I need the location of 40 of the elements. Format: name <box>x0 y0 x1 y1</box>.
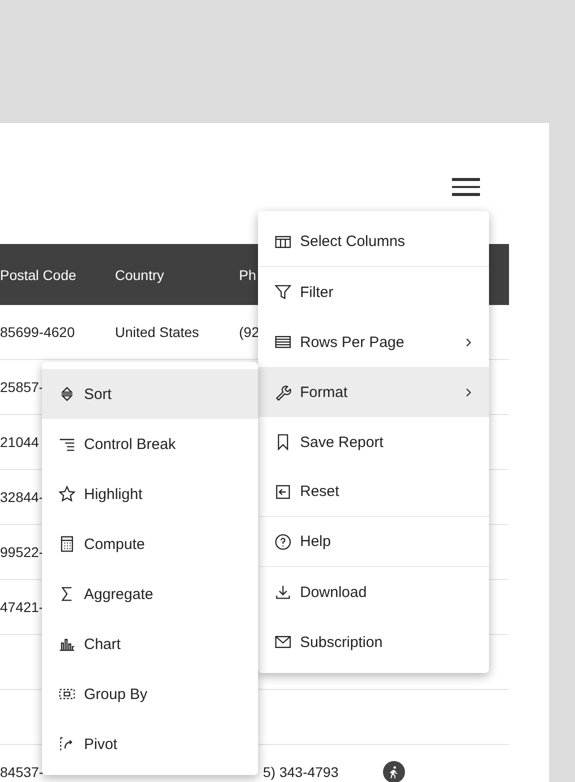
menu-item[interactable]: Chart <box>42 619 258 669</box>
table-cell: 32844- <box>0 489 44 505</box>
filter-icon <box>274 283 292 301</box>
menu-item[interactable]: Aggregate <box>42 569 258 619</box>
table-cell: United States <box>115 324 200 340</box>
table-cell: 5) 343-4793 <box>263 764 339 780</box>
menu-item[interactable]: Select Columns <box>258 217 489 267</box>
star-icon <box>58 485 76 503</box>
menu-item[interactable]: Format <box>258 367 489 417</box>
mail-icon <box>274 633 292 651</box>
download-icon <box>274 583 292 601</box>
table-cell: 99522- <box>0 544 44 560</box>
help-icon <box>274 532 292 550</box>
sort-icon <box>58 385 76 403</box>
chevron-right-icon <box>464 388 473 396</box>
rows-icon <box>274 333 292 351</box>
menu-item[interactable]: Compute <box>42 519 258 569</box>
menu-item[interactable]: Rows Per Page <box>258 317 489 367</box>
table-cell: 47421- <box>0 599 44 615</box>
wrench-icon <box>274 383 292 401</box>
reset-icon <box>274 482 292 500</box>
table-cell: 84537- <box>0 764 44 780</box>
run-icon[interactable] <box>382 761 405 782</box>
chevron-right-icon <box>464 338 473 346</box>
calc-icon <box>58 535 76 553</box>
menu-item[interactable]: Pivot <box>42 719 258 769</box>
column-header[interactable]: Country <box>115 266 239 282</box>
table-cell: (92 <box>239 324 260 340</box>
column-header[interactable]: Postal Code <box>0 266 115 282</box>
table-cell: 85699-4620 <box>0 324 75 340</box>
menu-item[interactable]: Sort <box>42 369 258 419</box>
menu-item[interactable]: Control Break <box>42 419 258 469</box>
menu-item[interactable]: Highlight <box>42 469 258 519</box>
table-cell: 21044 <box>0 434 39 450</box>
menu-item[interactable]: Filter <box>258 267 489 317</box>
menu-item[interactable]: Download <box>258 567 489 617</box>
table-cell: 25857- <box>0 379 44 395</box>
menu-item[interactable]: Group By <box>42 669 258 719</box>
menu-item[interactable]: Subscription <box>258 617 489 667</box>
menu-item[interactable]: Save Report <box>258 417 489 467</box>
